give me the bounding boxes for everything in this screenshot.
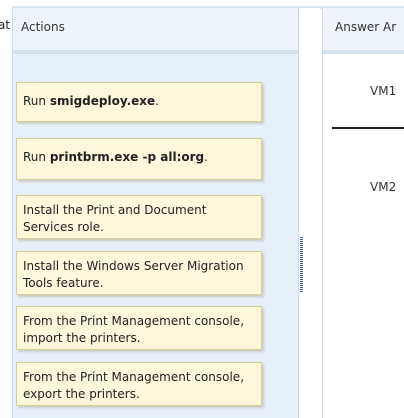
action-command: smigdeploy.exe [49,94,156,108]
action-text: From the Print Management console, impor… [23,314,245,345]
action-prefix: Run [23,150,50,164]
answer-slot-vm2[interactable]: VM2 [370,180,396,194]
action-text: Install the Windows Server Migration Too… [23,259,244,290]
cropped-text-fragment: at [0,18,11,32]
splitter-grip-handle[interactable] [300,237,303,293]
action-prefix: Run [23,94,50,108]
answer-area-panel: Answer Ar [322,8,404,418]
action-import-printers[interactable]: From the Print Management console, impor… [16,306,262,350]
answer-area-header: Answer Ar [323,8,404,54]
action-text: Install the Print and Document Services … [23,203,207,234]
answer-slot-vm1[interactable]: VM1 [370,84,396,98]
action-suffix: . [155,94,159,108]
action-command: printbrm.exe -p all:org [49,150,205,164]
action-text: From the Print Management console, expor… [23,370,245,401]
action-suffix: . [204,150,208,164]
actions-header: Actions [13,8,298,54]
panel-splitter[interactable] [300,8,320,418]
action-install-migration-tools[interactable]: Install the Windows Server Migration Too… [16,251,262,295]
action-export-printers[interactable]: From the Print Management console, expor… [16,362,262,406]
action-run-printbrm[interactable]: Run printbrm.exe -p all:org. [16,138,262,180]
action-run-smigdeploy[interactable]: Run smigdeploy.exe. [16,82,262,122]
answer-slot-divider [332,127,404,129]
action-install-print-role[interactable]: Install the Print and Document Services … [16,195,262,239]
